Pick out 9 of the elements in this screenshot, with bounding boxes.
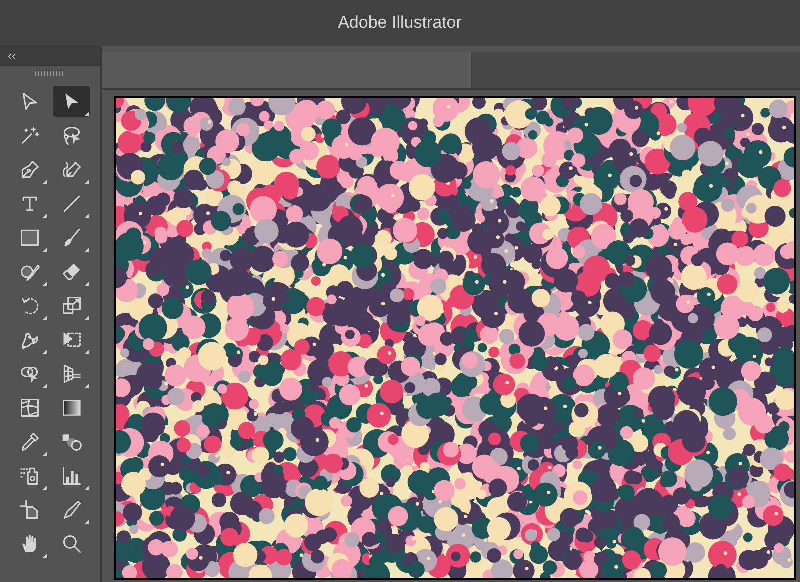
collapse-button[interactable]: ‹‹ [8,50,16,62]
bar-chart-icon [60,464,82,486]
scale-icon [60,294,82,316]
mesh-icon [18,396,40,418]
tool-button[interactable] [53,86,90,117]
window-title: Adobe Illustrator [338,12,462,34]
grip-icon[interactable] [35,71,65,76]
magnifier-icon [60,532,82,554]
artboard-icon [18,498,40,520]
